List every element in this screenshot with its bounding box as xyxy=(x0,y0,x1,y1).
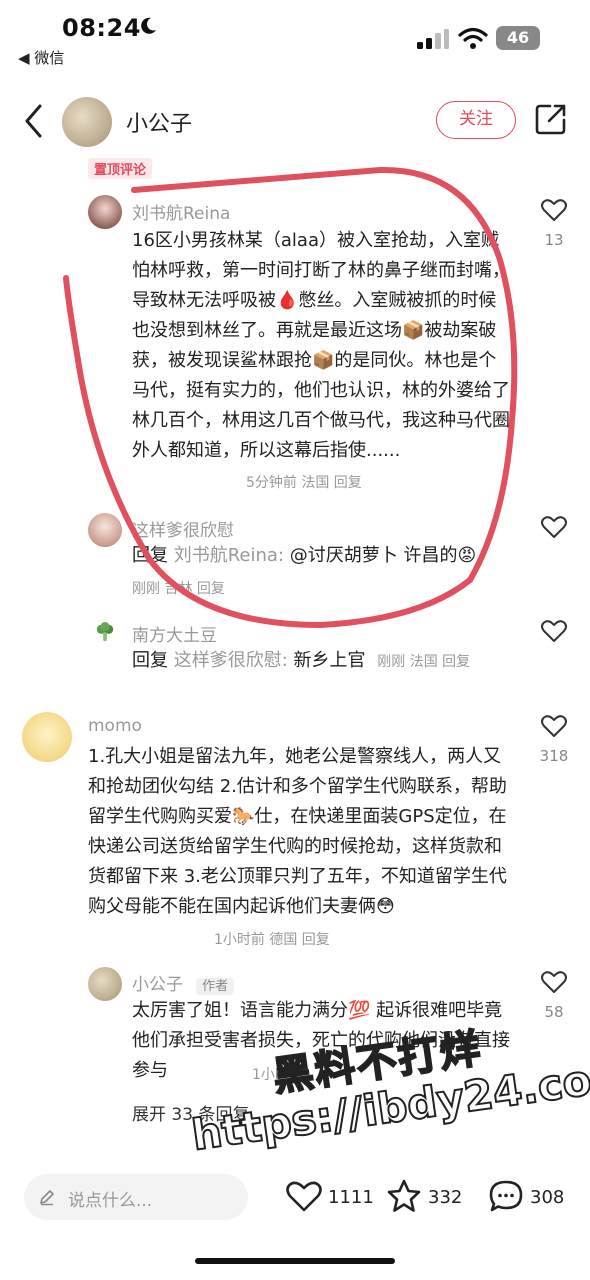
battery-indicator: 46 xyxy=(496,26,540,50)
reply-prefix: 回复 xyxy=(132,545,168,566)
comment-text: 新乡上官 xyxy=(293,650,366,671)
reply-prefix: 回复 xyxy=(132,650,168,671)
author-name[interactable]: 小公子 xyxy=(126,106,192,138)
comment-input[interactable]: 说点什么... xyxy=(24,1174,248,1220)
heart-icon[interactable] xyxy=(541,515,567,539)
comment-avatar[interactable] xyxy=(88,967,122,1001)
comment-icon[interactable] xyxy=(488,1179,524,1213)
signal-icon xyxy=(417,29,449,49)
like-total: 1111 xyxy=(328,1187,374,1208)
status-time: 08:24 xyxy=(62,14,141,42)
home-indicator[interactable] xyxy=(195,1258,395,1264)
comment-text: @讨厌胡萝卜 许昌的😡 xyxy=(289,545,477,566)
follow-button[interactable]: 关注 xyxy=(436,101,516,139)
comment-avatar[interactable] xyxy=(88,195,122,229)
comment-username[interactable]: 这样爹很欣慰 xyxy=(132,516,234,541)
comment-text: 16区小男孩林某（alaa）被入室抢劫，入室贼怕林呼救，第一时间打断了林的鼻子继… xyxy=(132,230,510,461)
like-count: 318 xyxy=(539,747,569,765)
comment-username[interactable]: 刘书航Reina xyxy=(132,199,230,224)
reply-line: 回复 这样爹很欣慰: 新乡上官 刚刚 法国 回复 xyxy=(132,646,470,677)
comment-meta[interactable]: 刚刚 法国 回复 xyxy=(377,654,470,670)
author-avatar[interactable] xyxy=(62,97,112,147)
reply-line: 回复 刘书航Reina: @讨厌胡萝卜 许昌的😡 xyxy=(132,541,476,571)
star-icon[interactable] xyxy=(386,1179,422,1213)
reply-target[interactable]: 这样爹很欣慰: xyxy=(174,650,288,671)
reply-target[interactable]: 刘书航Reina: xyxy=(174,545,284,566)
author-badge: 作者 xyxy=(196,978,235,995)
heart-icon[interactable] xyxy=(541,198,567,222)
comment-meta[interactable]: 1小时前 德国 回复 xyxy=(214,929,330,949)
comment-input-placeholder: 说点什么... xyxy=(68,1191,153,1211)
comment-avatar[interactable] xyxy=(88,513,122,547)
like-count: 13 xyxy=(544,231,564,249)
comment-username[interactable]: 南方大土豆 xyxy=(132,621,217,646)
back-arrow-icon[interactable] xyxy=(22,102,46,140)
comment-avatar[interactable] xyxy=(22,712,72,762)
comment-header: 小公子 作者 xyxy=(132,970,235,995)
pinned-comment-tag: 置顶评论 xyxy=(88,158,153,179)
comment-username[interactable]: 小公子 xyxy=(132,975,183,995)
comment-total: 308 xyxy=(530,1187,565,1208)
heart-icon[interactable] xyxy=(541,619,567,643)
heart-icon[interactable] xyxy=(541,970,567,994)
back-to-app-link[interactable]: ◀ 微信 xyxy=(18,47,64,68)
comment-meta[interactable]: 刚刚 吉林 回复 xyxy=(132,578,225,598)
wifi-icon xyxy=(458,27,488,49)
broccoli-avatar-icon[interactable] xyxy=(94,622,116,644)
moon-icon xyxy=(141,17,156,34)
like-icon[interactable] xyxy=(286,1180,322,1212)
star-total: 332 xyxy=(428,1187,463,1208)
share-icon[interactable] xyxy=(534,102,568,136)
like-count: 58 xyxy=(544,1003,564,1021)
comment-meta[interactable]: 5分钟前 法国 回复 xyxy=(246,472,362,492)
pencil-icon xyxy=(40,1190,54,1206)
comment-username[interactable]: momo xyxy=(88,716,142,736)
comment-text: 1.孔大小姐是留法九年，她老公是警察线人，两人又和抢劫团伙勾结 2.估计和多个留… xyxy=(88,746,507,917)
heart-icon[interactable] xyxy=(541,714,567,738)
